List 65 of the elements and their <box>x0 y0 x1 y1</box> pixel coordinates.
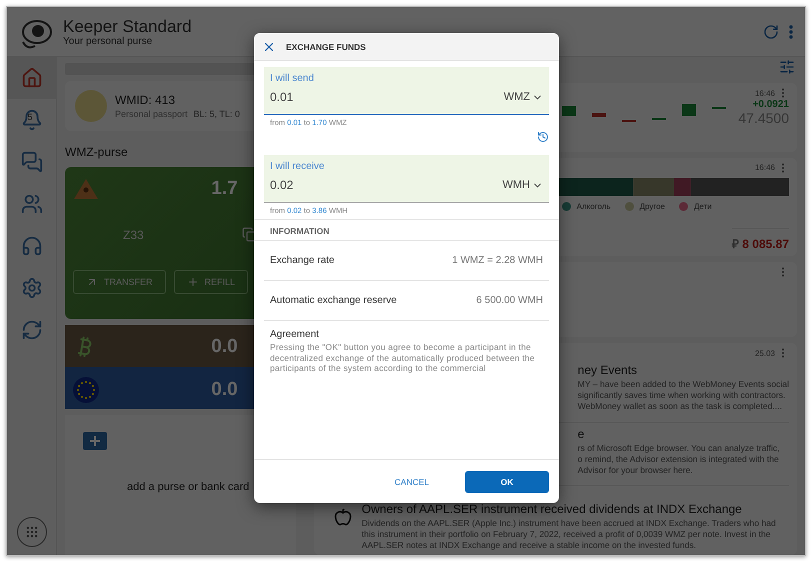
candle <box>682 104 696 116</box>
candle <box>562 106 576 116</box>
users-icon <box>20 193 42 215</box>
more-icon <box>789 24 793 38</box>
passport-levels: BL: 5, TL: 0 <box>194 109 240 119</box>
currency-select[interactable]: WMH <box>502 179 543 191</box>
ok-button[interactable]: OK <box>465 470 549 492</box>
gear-icon <box>20 277 42 299</box>
home-icon <box>20 67 42 89</box>
app-title: Keeper Standard <box>63 16 193 36</box>
news-text: MY – have been added to the WebMoney Events social significantly saves time when working with contractors. WebMoney wallet as soon as the task is completed.... <box>578 379 789 412</box>
apps-button[interactable] <box>16 517 46 547</box>
amount-field[interactable]: I will send 0.01 WMZ <box>264 67 549 115</box>
bell-icon <box>20 109 42 131</box>
purse-amount: 0.0 <box>211 379 238 401</box>
purse-amount: 0.0 <box>211 336 238 358</box>
news-title[interactable]: Owners of AAPL.SER instrument received dividends at INDX Exchange <box>362 502 776 516</box>
info-value: 6 500.00 WMH <box>476 295 543 306</box>
copy-icon <box>242 227 257 242</box>
news-title[interactable]: e <box>578 426 780 441</box>
pyramid-icon <box>73 177 99 201</box>
amount-field[interactable]: I will receive 0.02 WMH <box>264 155 549 203</box>
field-label: I will send <box>270 73 315 84</box>
swap-icon <box>537 131 549 143</box>
sidebar-item[interactable]: 5 <box>7 99 56 141</box>
purse-amount: 1.7 <box>211 178 238 200</box>
filter-icon <box>779 59 795 75</box>
news-text: Dividends on the AAPL.SER (Apple Inc.) instrument have been accrued at INDX Exchange. Traders who had this instrument in their portfolio on February 7, 2022, received a profit of 0,0039 WMZ per note. Invest in the AAPL.SER notes at INDX Exchange and receive a stable income on the invested funds. <box>362 518 776 552</box>
info-value: 1 WMZ = 2.28 WMH <box>452 255 543 266</box>
arrow-icon <box>86 276 98 288</box>
apple-icon <box>334 508 352 526</box>
more-button[interactable] <box>787 22 795 40</box>
euro-flag-icon <box>73 377 99 403</box>
card-time: 16:46 <box>754 88 775 98</box>
dots-grid-icon <box>24 525 38 539</box>
avatar <box>75 90 107 122</box>
sidebar-item[interactable] <box>7 57 56 99</box>
purse-title: WMZ-purse <box>65 144 129 161</box>
purse-number: Z33 <box>123 228 144 242</box>
card-time: 16:46 <box>754 163 775 172</box>
plus-icon <box>186 276 199 288</box>
budget-total: 8 085.87 <box>742 237 789 252</box>
purse-action-button[interactable]: TRANSFER <box>73 270 166 294</box>
news-title[interactable]: ney Events <box>578 363 789 378</box>
rate-change: +0.0921 <box>752 99 789 110</box>
cancel-button[interactable]: CANCEL <box>388 476 435 488</box>
candle <box>592 112 606 116</box>
legend-label: Алкоголь <box>576 202 611 211</box>
add-purse-label: add a purse or bank card <box>127 481 250 493</box>
refresh-icon <box>763 24 779 40</box>
section-heading: INFORMATION <box>254 219 559 241</box>
news-date: 25.03 <box>754 348 775 358</box>
headset-icon <box>20 235 42 257</box>
currency-sign: ₽ <box>732 237 739 252</box>
chat-icon <box>20 151 42 173</box>
currency-select[interactable]: WMZ <box>504 91 543 103</box>
dialog-title: EXCHANGE FUNDS <box>286 42 366 52</box>
app-subtitle: Your personal purse <box>63 36 154 46</box>
wmid-text: WMID: 413 <box>115 93 176 107</box>
purse-action-button[interactable]: REFILL <box>174 270 248 294</box>
news-text: rs of Microsoft Edge browser. You can analyze traffic, o remind, the Advisor extension is integrated with the Advisor for your browser here. <box>578 442 780 476</box>
notification-count: 5 <box>28 112 33 122</box>
legend-label: Другое <box>640 202 665 211</box>
legend-label: Дети <box>694 202 712 211</box>
refresh-icon <box>20 319 42 341</box>
